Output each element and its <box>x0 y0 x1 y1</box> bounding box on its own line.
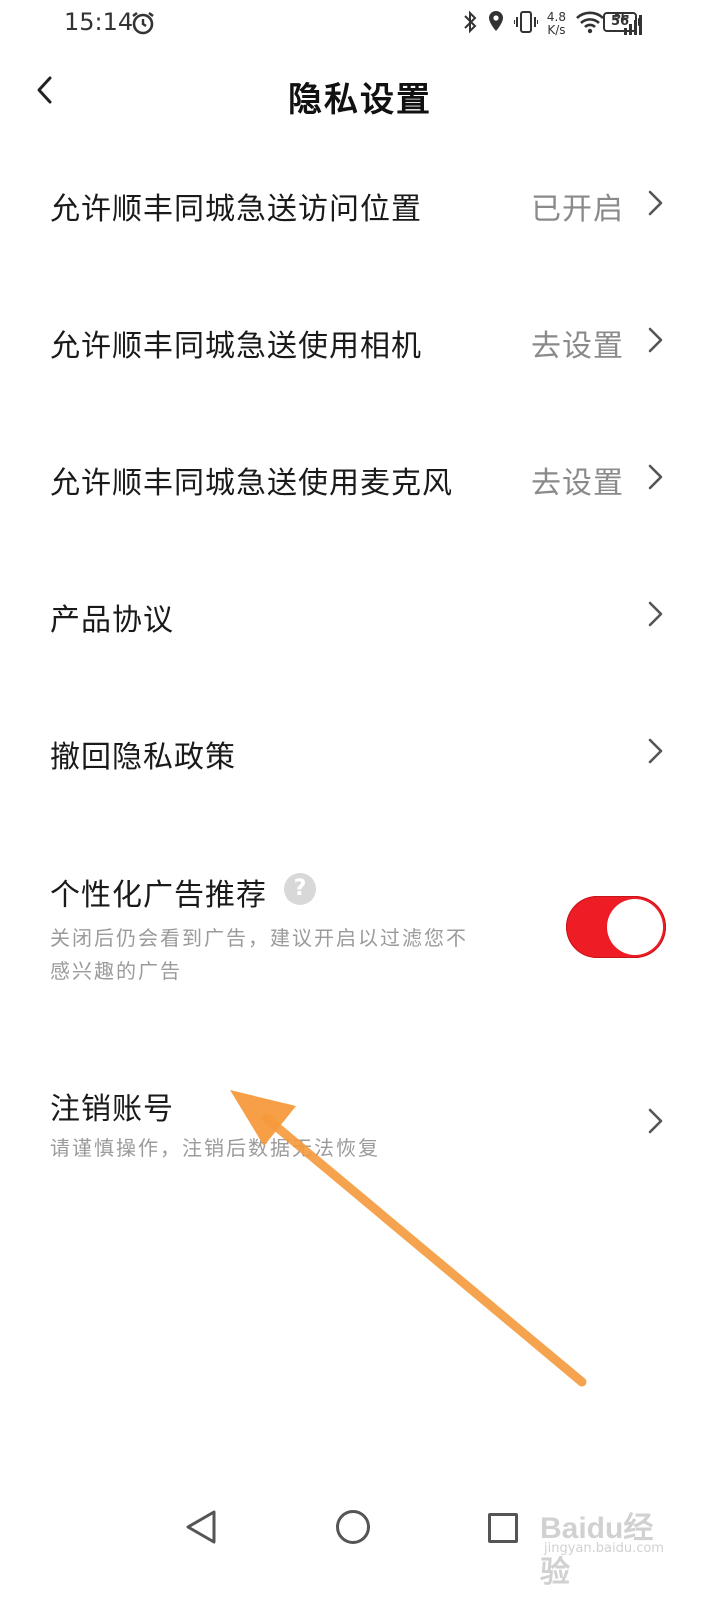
nav-back-icon[interactable] <box>184 1508 218 1546</box>
setting-description: 请谨慎操作，注销后数据无法恢复 <box>50 1136 380 1160</box>
setting-label: 注销账号 <box>50 1092 174 1127</box>
toggle-knob <box>607 899 663 955</box>
annotation-arrow-icon <box>230 1090 587 1387</box>
setting-row-microphone[interactable]: 允许顺丰同城急送使用麦克风 去设置 <box>0 454 720 514</box>
net-speed: 4.8 K/s <box>547 11 566 37</box>
chevron-right-icon <box>648 327 663 353</box>
setting-description: 感兴趣的广告 <box>50 959 182 983</box>
setting-label: 允许顺丰同城急送使用麦克风 <box>50 466 453 501</box>
setting-row-cancel-account[interactable]: 注销账号 请谨慎操作，注销后数据无法恢复 <box>0 1080 720 1170</box>
setting-row-location[interactable]: 允许顺丰同城急送访问位置 已开启 <box>0 180 720 240</box>
net-speed-unit: K/s <box>547 23 566 37</box>
wifi-icon <box>575 10 605 38</box>
setting-label: 允许顺丰同城急送访问位置 <box>50 192 422 227</box>
help-icon[interactable]: ? <box>284 873 316 905</box>
setting-label: 个性化广告推荐 <box>50 878 267 913</box>
setting-label: 撤回隐私政策 <box>50 740 236 775</box>
chevron-right-icon <box>648 1108 663 1134</box>
watermark: Baidu经验 jingyan.baidu.com <box>540 1495 670 1589</box>
bluetooth-icon <box>462 9 478 39</box>
alarm-icon <box>130 10 156 40</box>
vibrate-icon <box>512 9 539 39</box>
setting-value: 已开启 <box>531 192 624 227</box>
nav-home-icon[interactable] <box>336 1510 370 1544</box>
setting-value: 去设置 <box>531 329 624 364</box>
chevron-right-icon <box>648 601 663 627</box>
setting-label: 产品协议 <box>50 603 174 638</box>
battery-icon: 56 <box>603 12 641 32</box>
status-time: 15:14 <box>64 8 134 36</box>
setting-row-camera[interactable]: 允许顺丰同城急送使用相机 去设置 <box>0 317 720 377</box>
status-bar: 15:14 4.8 K/s 5G 56 <box>0 0 720 50</box>
setting-value: 去设置 <box>531 466 624 501</box>
location-icon <box>487 9 505 39</box>
setting-label: 允许顺丰同城急送使用相机 <box>50 329 422 364</box>
nav-recent-icon[interactable] <box>488 1513 518 1543</box>
setting-row-revoke-privacy[interactable]: 撤回隐私政策 <box>0 728 720 788</box>
page-title: 隐私设置 <box>288 80 432 120</box>
chevron-right-icon <box>648 738 663 764</box>
chevron-right-icon <box>648 190 663 216</box>
watermark-url: jingyan.baidu.com <box>544 1541 664 1556</box>
app-header: 隐私设置 <box>0 60 720 124</box>
chevron-right-icon <box>648 464 663 490</box>
setting-row-agreement[interactable]: 产品协议 <box>0 591 720 651</box>
setting-description: 关闭后仍会看到广告，建议开启以过滤您不 <box>50 926 468 950</box>
ads-toggle[interactable] <box>566 896 666 958</box>
